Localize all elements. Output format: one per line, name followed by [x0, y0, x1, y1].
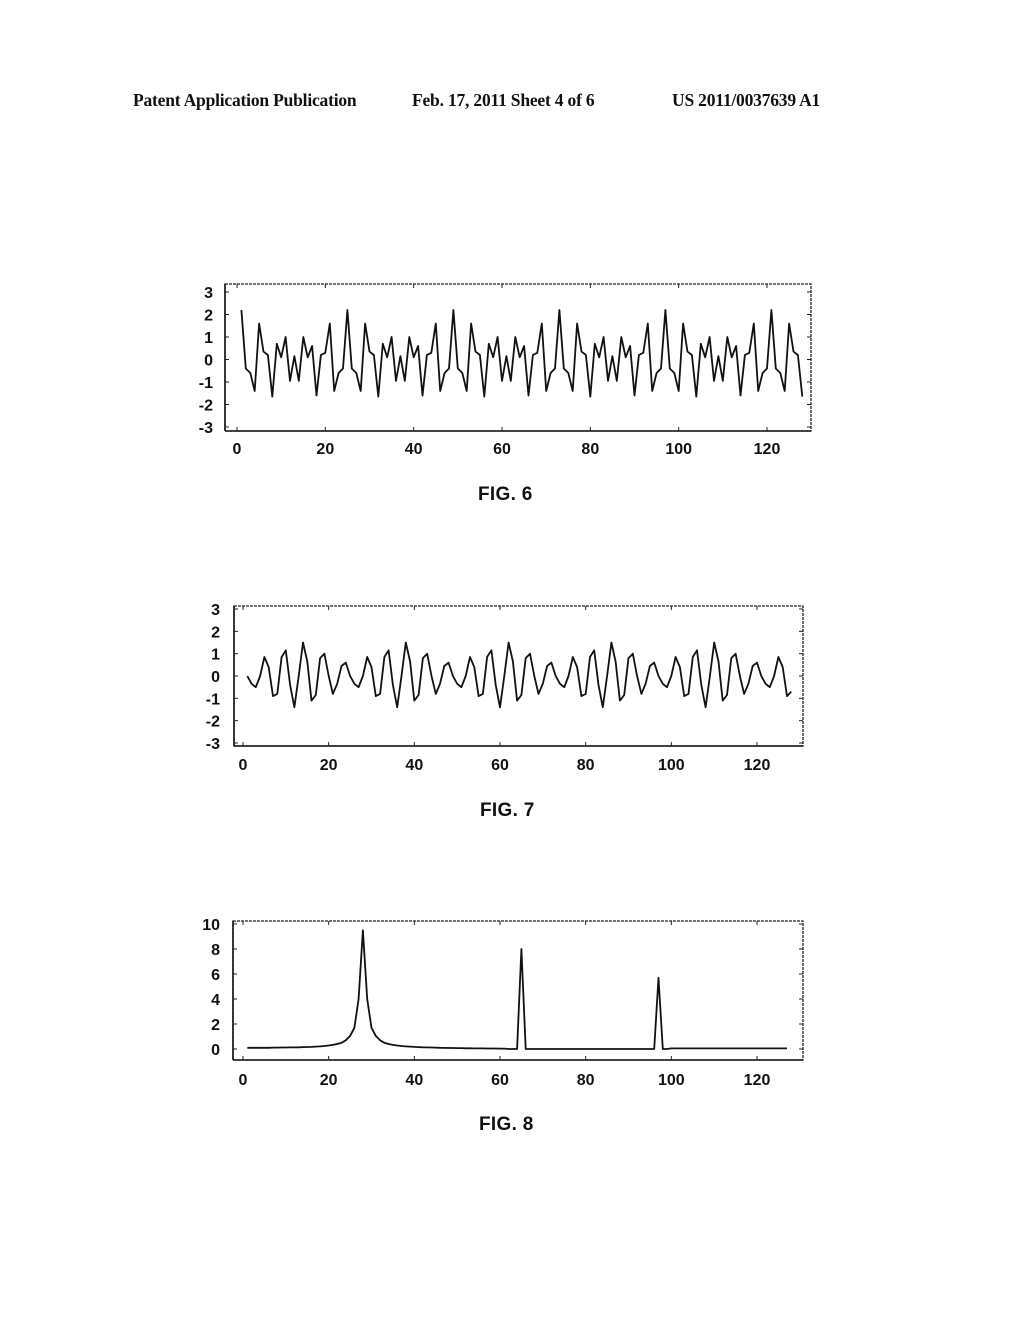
x-tick-label: 100	[658, 1072, 685, 1089]
x-tick-label: 80	[577, 1072, 595, 1089]
x-tick-label: 40	[405, 1072, 423, 1089]
y-tick-label: 4	[211, 992, 220, 1009]
y-tick-label: 6	[211, 967, 220, 984]
series-line-spectrum-magnitude	[247, 929, 787, 1050]
y-tick-label: 10	[202, 917, 220, 934]
x-tick-label: 0	[239, 1072, 248, 1089]
x-tick-label: 120	[744, 1072, 771, 1089]
figure-8-chart: 10864200 20 40 60 80 100 120	[202, 917, 804, 1089]
x-tick-label: 60	[491, 1072, 509, 1089]
x-tick-label: 20	[320, 1072, 338, 1089]
figure-8-caption: FIG. 8	[479, 1114, 534, 1135]
y-tick-label: 2	[211, 1017, 220, 1034]
y-tick-label: 8	[211, 942, 220, 959]
y-tick-label: 0	[211, 1042, 220, 1059]
